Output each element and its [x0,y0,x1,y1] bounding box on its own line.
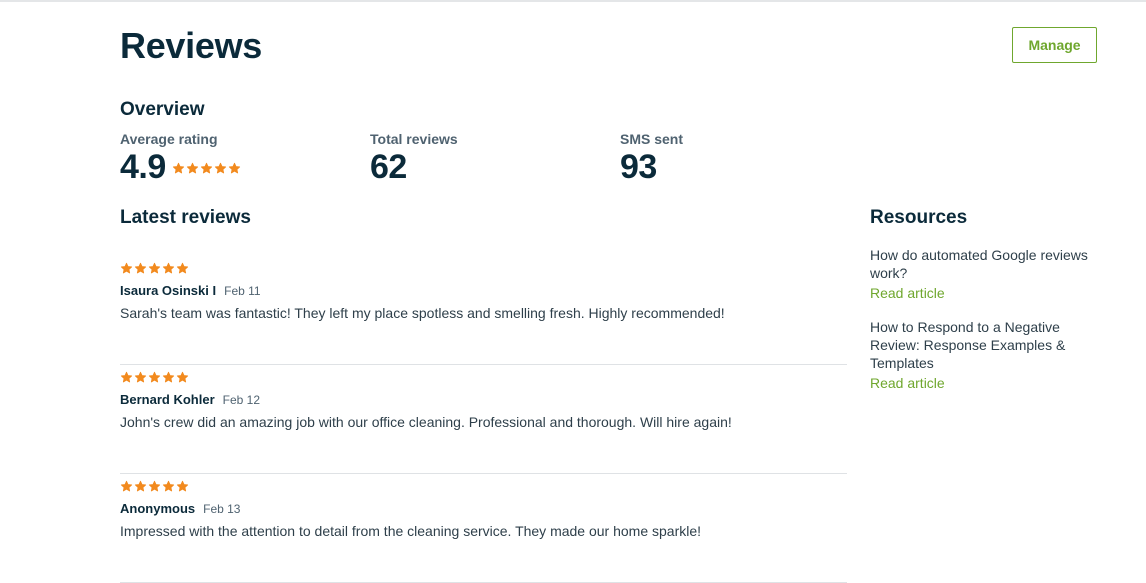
latest-reviews-heading: Latest reviews [120,207,251,228]
review-item: Bernard Kohler Feb 12 John's crew did an… [120,365,847,474]
reviews-list: Isaura Osinski I Feb 11 Sarah's team was… [120,256,847,583]
resource-item: How to Respond to a Negative Review: Res… [870,318,1090,393]
star-icon [120,371,133,384]
average-rating-stars [172,162,242,175]
star-icon [162,480,175,493]
review-date: Feb 11 [224,284,261,298]
star-icon [172,162,185,175]
review-date: Feb 13 [203,502,241,516]
star-icon [176,480,189,493]
review-item: Anonymous Feb 13 Impressed with the atte… [120,474,847,583]
resources-list: How do automated Google reviews work? Re… [870,246,1090,408]
star-icon [214,162,227,175]
total-reviews-label: Total reviews [370,131,458,147]
star-icon [186,162,199,175]
review-stars [120,480,190,493]
review-author: Isaura Osinski I [120,283,217,298]
reviews-page: Reviews Manage Overview Average rating 4… [0,0,1146,583]
star-icon [134,371,147,384]
star-icon [120,262,133,275]
star-icon [162,371,175,384]
star-icon [120,480,133,493]
review-text: John's crew did an amazing job with our … [120,414,732,430]
average-rating-value: 4.9 [120,148,166,186]
read-article-link[interactable]: Read article [870,373,945,393]
star-icon [134,480,147,493]
read-article-link[interactable]: Read article [870,283,945,303]
star-icon [228,162,241,175]
review-text: Impressed with the attention to detail f… [120,523,702,539]
star-icon [148,480,161,493]
sms-sent-label: SMS sent [620,131,684,147]
star-icon [134,262,147,275]
manage-button[interactable]: Manage [1012,27,1097,63]
review-date: Feb 12 [222,393,260,407]
review-author: Bernard Kohler [120,392,215,407]
resource-item: How do automated Google reviews work? Re… [870,246,1090,303]
sms-sent-value: 93 [620,148,657,186]
total-reviews-value: 62 [370,148,407,186]
overview-heading: Overview [120,99,205,120]
average-rating-label: Average rating [120,131,218,147]
resource-title: How do automated Google reviews work? [870,247,1088,281]
star-icon [148,371,161,384]
review-author: Anonymous [120,501,196,516]
average-rating-stat: Average rating 4.9 [120,130,242,186]
review-stars [120,371,190,384]
page-title: Reviews [120,25,262,66]
resource-title: How to Respond to a Negative Review: Res… [870,319,1066,371]
star-icon [200,162,213,175]
review-stars [120,262,190,275]
total-reviews-stat: Total reviews 62 [370,130,458,186]
resources-heading: Resources [870,207,968,228]
star-icon [148,262,161,275]
review-text: Sarah's team was fantastic! They left my… [120,305,725,321]
star-icon [176,262,189,275]
review-item: Isaura Osinski I Feb 11 Sarah's team was… [120,256,847,365]
star-icon [176,371,189,384]
sms-sent-stat: SMS sent 93 [620,130,683,186]
star-icon [162,262,175,275]
